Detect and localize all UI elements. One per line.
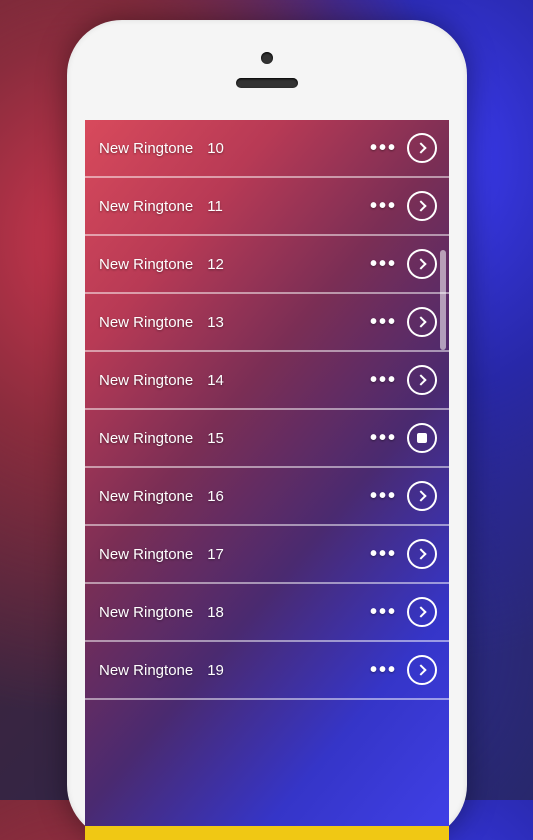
ringtone-label: New Ringtone	[99, 372, 193, 389]
phone-speaker-icon	[236, 78, 298, 88]
screen: New Ringtone10•••New Ringtone11•••New Ri…	[85, 120, 449, 840]
ringtone-label: New Ringtone	[99, 546, 193, 563]
more-icon[interactable]: •••	[370, 486, 397, 506]
phone-camera-icon	[261, 52, 273, 64]
chevron-right-icon	[415, 142, 426, 153]
ringtone-number: 19	[207, 662, 370, 679]
more-icon[interactable]: •••	[370, 660, 397, 680]
chevron-right-icon	[415, 258, 426, 269]
ringtone-number: 10	[207, 140, 370, 157]
phone-hardware-top	[67, 20, 467, 120]
ringtone-label: New Ringtone	[99, 662, 193, 679]
play-button[interactable]	[407, 133, 437, 163]
list-item[interactable]: New Ringtone 11•••	[85, 178, 449, 236]
chevron-right-icon	[415, 374, 426, 385]
bottom-bar	[85, 826, 449, 840]
ringtone-label: New Ringtone	[99, 488, 193, 505]
scroll-indicator[interactable]	[440, 250, 446, 350]
chevron-right-icon	[415, 664, 426, 675]
list-item[interactable]: New Ringtone 18•••	[85, 584, 449, 642]
ringtone-number: 17	[207, 546, 370, 563]
list-item[interactable]: New Ringtone 16•••	[85, 468, 449, 526]
list-item[interactable]: New Ringtone 19•••	[85, 642, 449, 700]
phone-frame: New Ringtone10•••New Ringtone11•••New Ri…	[67, 20, 467, 840]
ringtone-number: 14	[207, 372, 370, 389]
more-icon[interactable]: •••	[370, 544, 397, 564]
more-icon[interactable]: •••	[370, 196, 397, 216]
chevron-right-icon	[415, 316, 426, 327]
play-button[interactable]	[407, 597, 437, 627]
list-item[interactable]: New Ringtone 12•••	[85, 236, 449, 294]
ringtone-number: 16	[207, 488, 370, 505]
chevron-right-icon	[415, 606, 426, 617]
more-icon[interactable]: •••	[370, 428, 397, 448]
more-icon[interactable]: •••	[370, 370, 397, 390]
ringtone-list[interactable]: New Ringtone10•••New Ringtone11•••New Ri…	[85, 120, 449, 700]
ringtone-number: 15	[207, 430, 370, 447]
more-icon[interactable]: •••	[370, 138, 397, 158]
play-button[interactable]	[407, 481, 437, 511]
ringtone-number: 12	[207, 256, 370, 273]
list-item[interactable]: New Ringtone 15•••	[85, 410, 449, 468]
list-item[interactable]: New Ringtone 14•••	[85, 352, 449, 410]
list-item[interactable]: New Ringtone 17•••	[85, 526, 449, 584]
ringtone-label: New Ringtone	[99, 256, 193, 273]
play-button[interactable]	[407, 539, 437, 569]
ringtone-label: New Ringtone	[99, 314, 193, 331]
ringtone-number: 13	[207, 314, 370, 331]
list-item[interactable]: New Ringtone 10•••	[85, 120, 449, 178]
chevron-right-icon	[415, 200, 426, 211]
ringtone-label: New Ringtone	[99, 430, 193, 447]
play-button[interactable]	[407, 655, 437, 685]
play-button[interactable]	[407, 249, 437, 279]
ringtone-number: 18	[207, 604, 370, 621]
list-item[interactable]: New Ringtone 13•••	[85, 294, 449, 352]
ringtone-label: New Ringtone	[99, 604, 193, 621]
stop-button[interactable]	[407, 423, 437, 453]
ringtone-label: New Ringtone	[99, 198, 193, 215]
chevron-right-icon	[415, 490, 426, 501]
more-icon[interactable]: •••	[370, 602, 397, 622]
chevron-right-icon	[415, 548, 426, 559]
more-icon[interactable]: •••	[370, 254, 397, 274]
more-icon[interactable]: •••	[370, 312, 397, 332]
ringtone-number: 11	[207, 198, 370, 215]
play-button[interactable]	[407, 191, 437, 221]
ringtone-label: New Ringtone	[99, 140, 193, 157]
play-button[interactable]	[407, 365, 437, 395]
play-button[interactable]	[407, 307, 437, 337]
stop-icon	[417, 433, 427, 443]
